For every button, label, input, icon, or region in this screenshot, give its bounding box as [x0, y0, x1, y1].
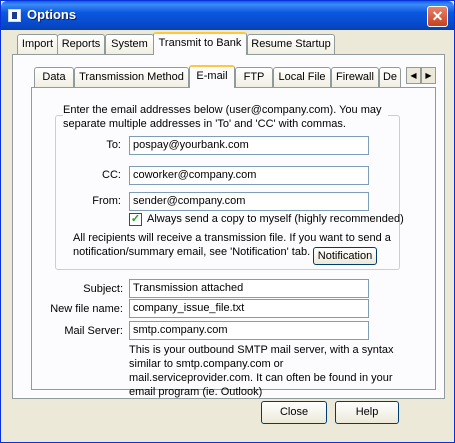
- tab-email[interactable]: E-mail: [189, 65, 235, 88]
- window-title: Options: [27, 7, 77, 22]
- tab-import[interactable]: Import: [17, 34, 58, 54]
- subject-field[interactable]: Transmission attached: [129, 279, 369, 298]
- to-label: To:: [106, 139, 121, 151]
- title-bar[interactable]: Options ✕: [1, 1, 454, 30]
- scroll-left-icon[interactable]: ◀: [406, 67, 421, 84]
- tab-resume-startup[interactable]: Resume Startup: [247, 34, 335, 54]
- copy-to-self-label[interactable]: Always send a copy to myself (highly rec…: [147, 213, 404, 225]
- tab-firewall[interactable]: Firewall: [331, 67, 379, 87]
- tab-ftp[interactable]: FTP: [235, 67, 273, 87]
- options-app-icon: [8, 9, 21, 22]
- tab-data[interactable]: Data: [34, 67, 74, 87]
- new-file-name-label: New file name:: [50, 303, 123, 315]
- cc-field[interactable]: coworker@company.com: [129, 166, 369, 185]
- to-field[interactable]: pospay@yourbank.com: [129, 136, 369, 155]
- scroll-right-icon[interactable]: ▶: [421, 67, 436, 84]
- tab-more[interactable]: De: [379, 67, 401, 87]
- copy-to-self-checkbox[interactable]: ✓: [129, 213, 142, 226]
- mail-server-label: Mail Server:: [64, 325, 123, 337]
- from-label: From:: [92, 195, 121, 207]
- from-field[interactable]: sender@company.com: [129, 192, 369, 211]
- new-file-name-field[interactable]: company_issue_file.txt: [129, 299, 369, 318]
- subject-label: Subject:: [83, 283, 123, 295]
- tab-local-file[interactable]: Local File: [273, 67, 331, 87]
- email-instructions: Enter the email addresses below (user@co…: [63, 103, 388, 131]
- notification-button[interactable]: Notification: [313, 247, 377, 265]
- cc-label: CC:: [102, 169, 121, 181]
- tab-transmit-to-bank[interactable]: Transmit to Bank: [153, 32, 247, 55]
- tab-reports[interactable]: Reports: [57, 34, 105, 54]
- options-dialog: Options ✕ Import Reports System Transmit…: [0, 0, 455, 443]
- tab-system[interactable]: System: [105, 34, 154, 54]
- close-button[interactable]: Close: [261, 401, 327, 424]
- help-button[interactable]: Help: [335, 401, 399, 424]
- tab-transmission-method[interactable]: Transmission Method: [74, 67, 189, 87]
- mail-server-help: This is your outbound SMTP mail server, …: [129, 344, 394, 398]
- close-icon[interactable]: ✕: [427, 6, 448, 27]
- mail-server-field[interactable]: smtp.company.com: [129, 321, 369, 340]
